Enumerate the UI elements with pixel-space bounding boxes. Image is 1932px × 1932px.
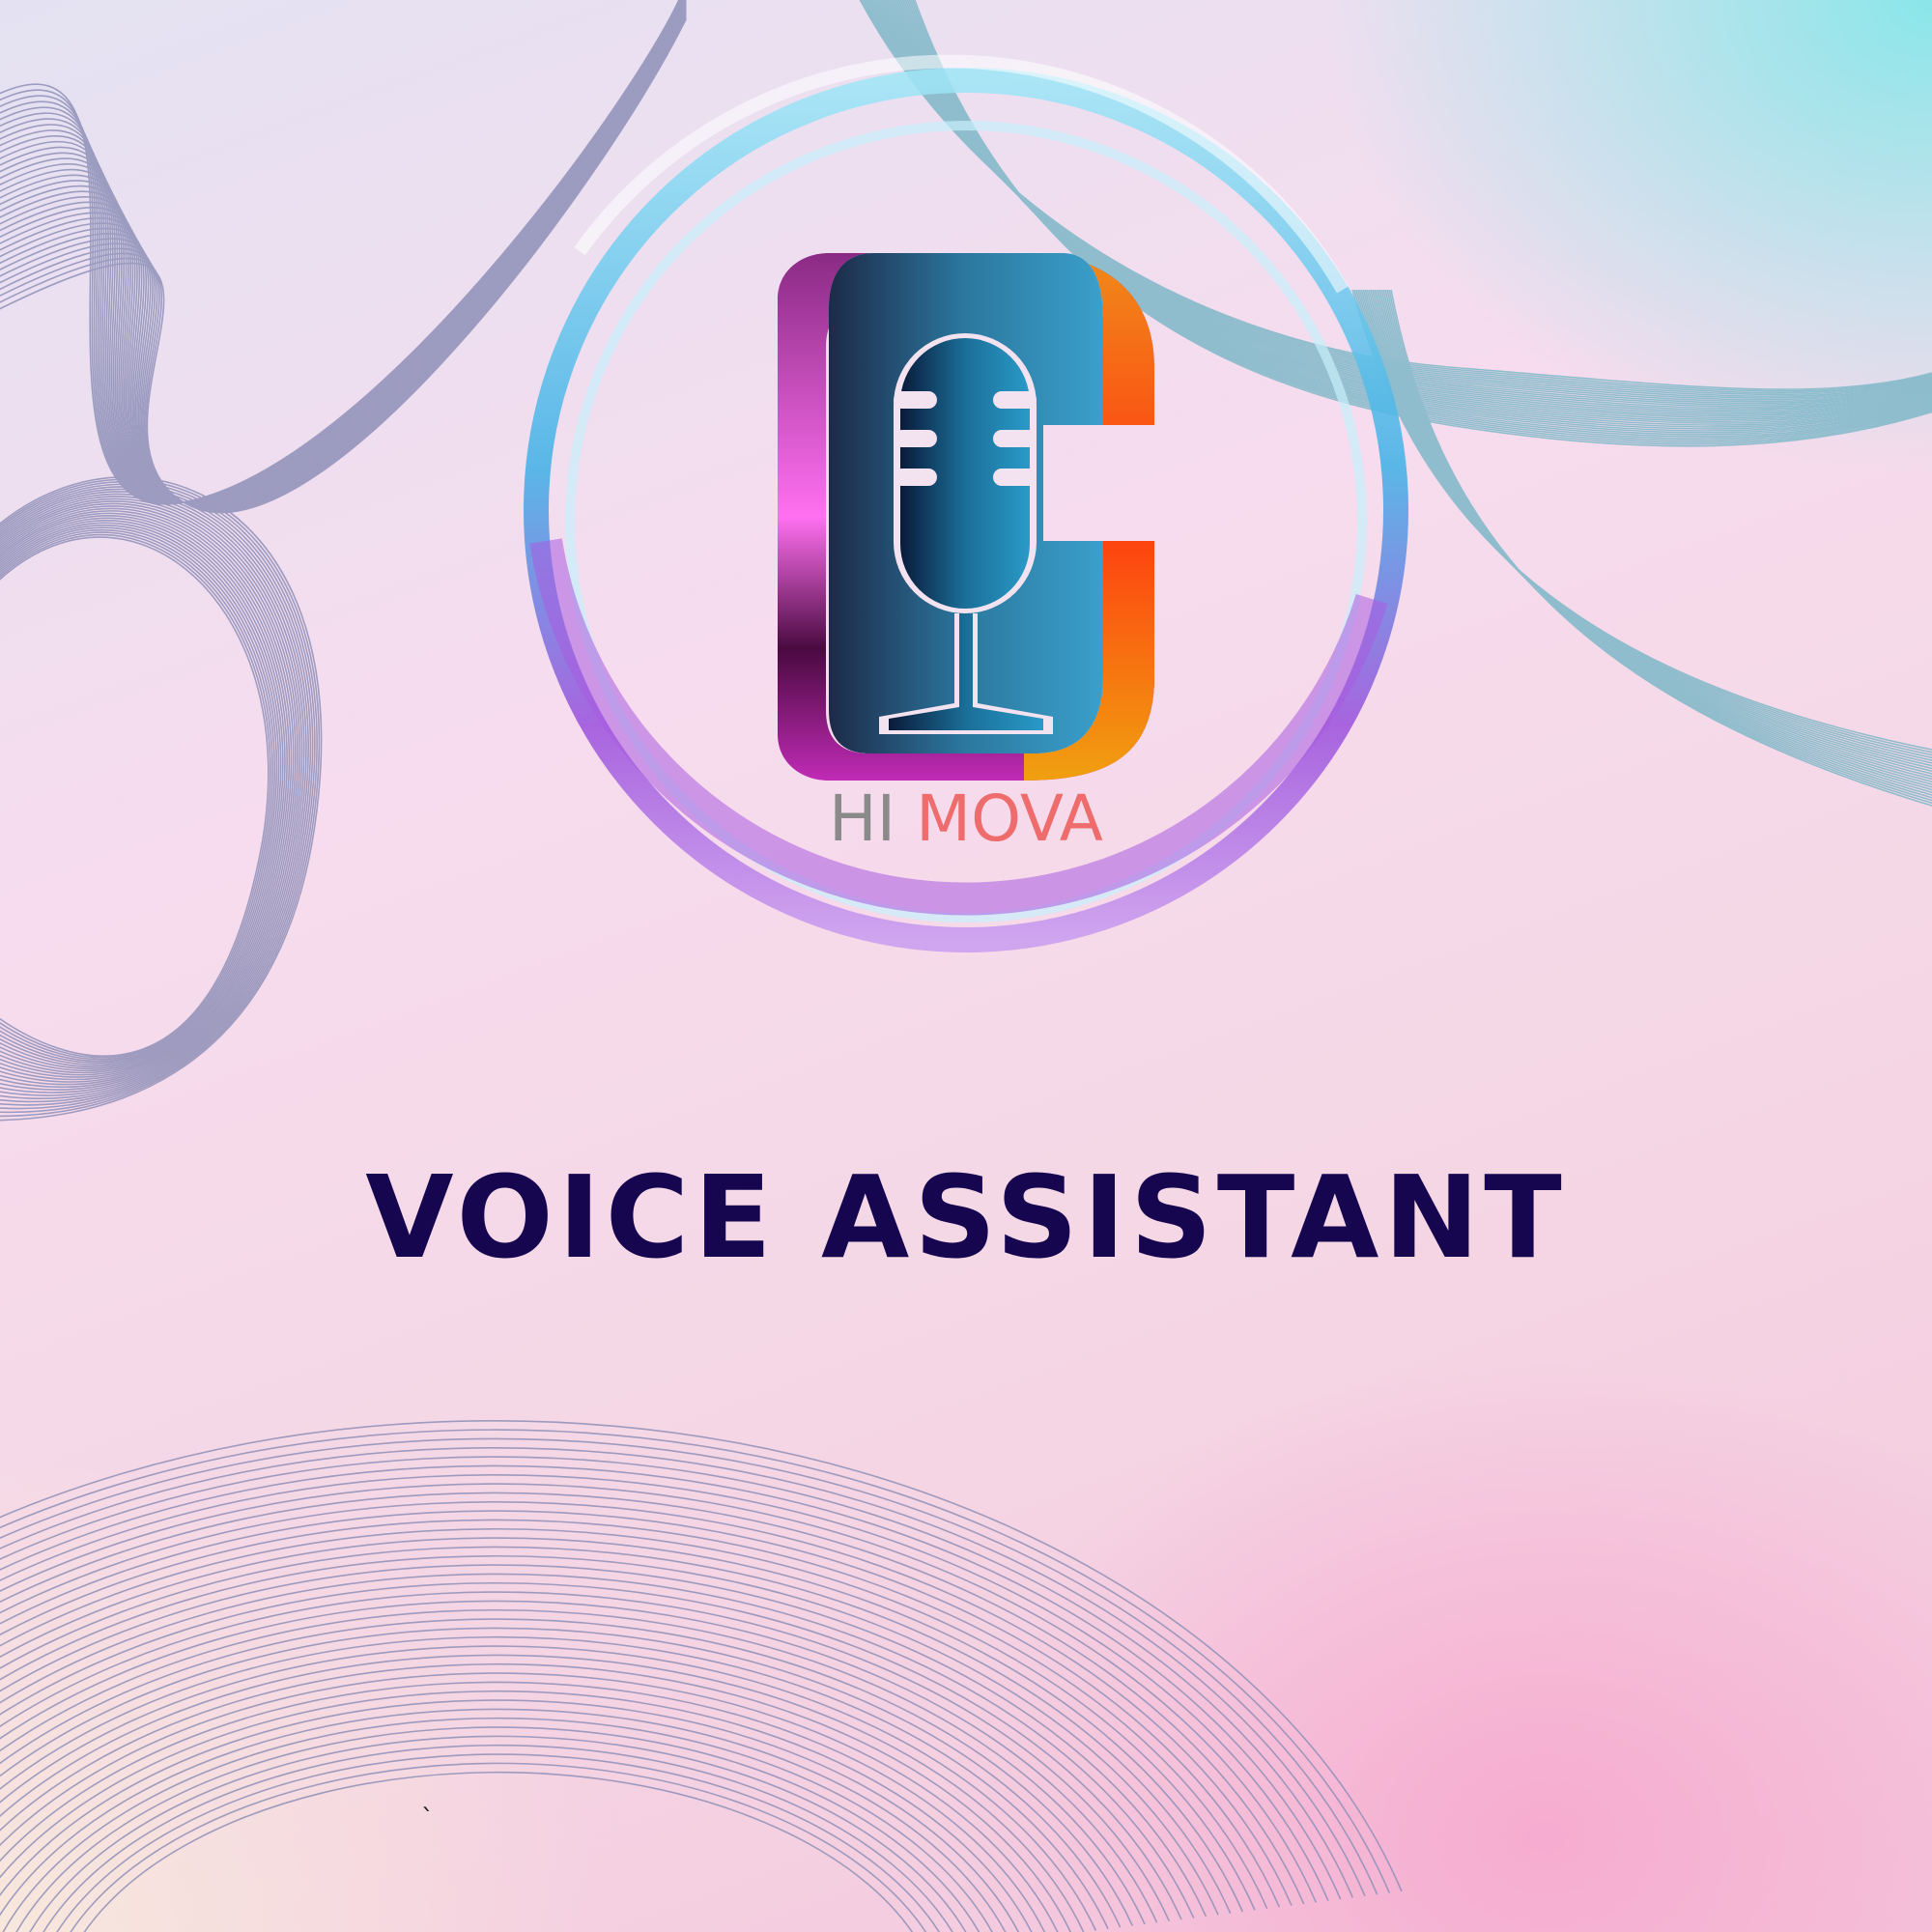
stray-mark: `	[421, 1804, 434, 1833]
page-title: VOICE ASSISTANT	[365, 1151, 1567, 1284]
brand-wordmark: HI MOVA	[0, 781, 1932, 858]
himova-logo	[524, 54, 1408, 952]
poster-canvas: HI MOVA VOICE ASSISTANT `	[0, 0, 1932, 1932]
brand-name: MOVA	[916, 781, 1103, 856]
microphone-icon	[829, 253, 1103, 753]
brand-prefix: HI	[829, 781, 896, 856]
